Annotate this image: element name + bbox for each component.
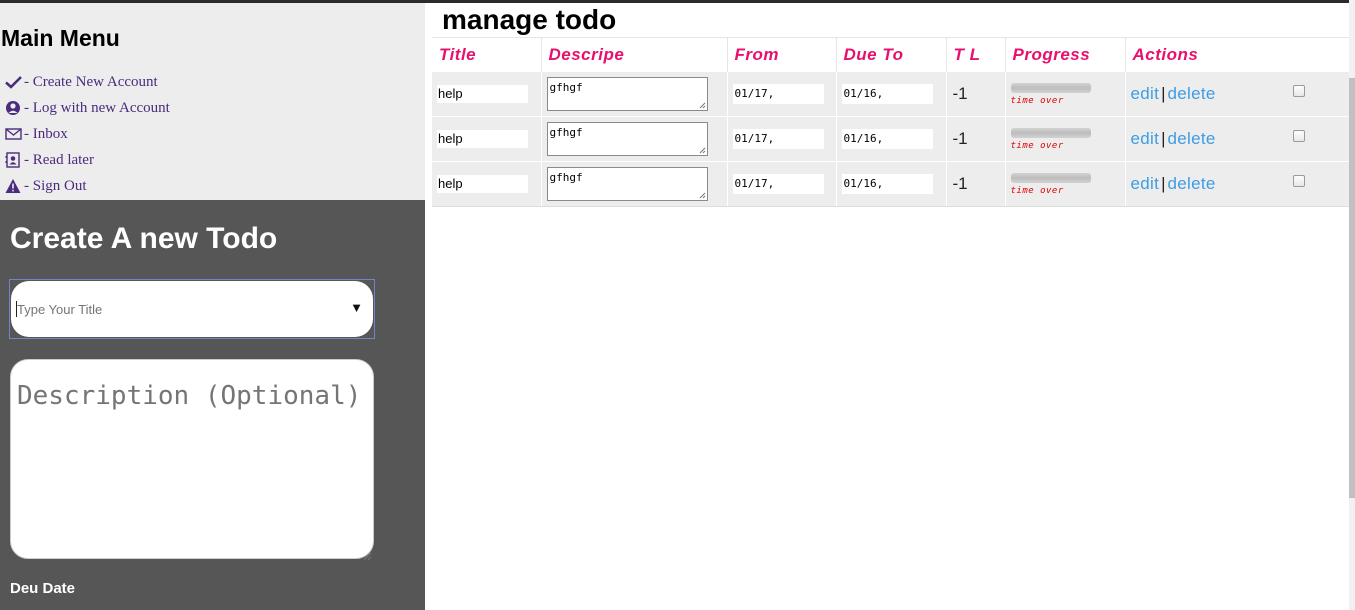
action-separator: | (1161, 174, 1166, 193)
contact-card-icon (5, 152, 23, 168)
row-description-text: gfhgf (549, 81, 583, 94)
row-title-input[interactable]: help (437, 130, 528, 148)
progress-bar (1010, 82, 1091, 93)
main-menu: - Create New Account - Log with new Acco… (5, 69, 170, 199)
header-due-to: Due To (836, 37, 947, 72)
progress-bar (1010, 172, 1091, 183)
menu-item-inbox[interactable]: - Inbox (5, 121, 170, 147)
row-from-date[interactable]: 01/17, (732, 84, 824, 104)
row-time-left: -1 (946, 116, 1006, 162)
due-date-label: Deu Date (10, 580, 76, 597)
menu-item-read-later[interactable]: - Read later (5, 147, 170, 173)
header-time-left: T L (946, 37, 1006, 72)
row-checkbox[interactable] (1292, 85, 1305, 97)
delete-link[interactable]: delete (1168, 129, 1216, 148)
page-scrollbar[interactable] (1349, 0, 1355, 610)
row-checkbox[interactable] (1292, 130, 1305, 142)
todo-table-container: Title Descripe From Due To T L Progress … (432, 37, 1350, 207)
header-description: Descripe (541, 37, 728, 72)
edit-link[interactable]: edit (1131, 84, 1160, 103)
create-todo-panel: Create A new Todo ▼ Deu Date (0, 200, 425, 610)
sidebar: Main Menu - Create New Account - Log wit… (0, 3, 425, 200)
row-progress: time over (1005, 71, 1126, 117)
row-checkbox[interactable] (1292, 175, 1305, 187)
progress-status: time over (1010, 185, 1064, 196)
row-actions: edit | delete (1131, 84, 1349, 104)
progress-status: time over (1010, 95, 1064, 106)
resize-grip-icon[interactable] (699, 147, 706, 154)
row-due-date[interactable]: 01/16, (841, 174, 933, 194)
row-from-date[interactable]: 01/17, (732, 174, 824, 194)
warning-icon (5, 178, 23, 194)
title-field-focus-ring: ▼ (9, 279, 375, 339)
row-progress: time over (1005, 116, 1126, 162)
row-description-input[interactable]: gfhgf (546, 167, 708, 201)
row-from-date[interactable]: 01/17, (732, 129, 824, 149)
header-actions: Actions (1125, 37, 1350, 72)
header-from: From (727, 37, 837, 72)
row-description-input[interactable]: gfhgf (546, 122, 708, 156)
delete-link[interactable]: delete (1168, 174, 1216, 193)
row-progress: time over (1005, 161, 1126, 207)
check-icon (5, 74, 23, 90)
row-title-input[interactable]: help (437, 85, 528, 103)
menu-item-log-new-account[interactable]: - Log with new Account (5, 95, 170, 121)
menu-item-label: - Create New Account (24, 73, 158, 90)
todo-table: Title Descripe From Due To T L Progress … (432, 37, 1350, 207)
header-title: Title (432, 37, 542, 72)
row-time-left: -1 (946, 71, 1006, 117)
table-header-row: Title Descripe From Due To T L Progress … (432, 37, 1350, 72)
row-due-date[interactable]: 01/16, (841, 84, 933, 104)
table-row: help gfhgf 01/17, 01/16, -1 time over ed… (432, 161, 1350, 207)
user-circle-icon (5, 100, 23, 116)
text-cursor (16, 301, 17, 317)
action-separator: | (1161, 84, 1166, 103)
menu-item-label: - Log with new Account (24, 99, 170, 116)
envelope-icon (5, 126, 23, 142)
resize-grip-icon[interactable] (363, 548, 372, 561)
row-time-left: -1 (946, 161, 1006, 207)
menu-item-create-account[interactable]: - Create New Account (5, 69, 170, 95)
table-row: help gfhgf 01/17, 01/16, -1 time over ed… (432, 116, 1350, 162)
row-description-text: gfhgf (549, 171, 583, 184)
menu-title: Main Menu (1, 25, 120, 51)
scrollbar-thumb[interactable] (1349, 78, 1355, 498)
row-title-input[interactable]: help (437, 175, 528, 193)
edit-link[interactable]: edit (1131, 129, 1160, 148)
table-row: help gfhgf 01/17, 01/16, -1 time over ed… (432, 71, 1350, 117)
row-actions: edit | delete (1131, 174, 1349, 194)
title-input[interactable] (11, 281, 373, 337)
dropdown-arrow-icon[interactable]: ▼ (350, 300, 363, 315)
action-separator: | (1161, 129, 1166, 148)
page-title: manage todo (442, 4, 617, 35)
menu-item-sign-out[interactable]: - Sign Out (5, 173, 170, 199)
row-description-text: gfhgf (549, 126, 583, 139)
create-todo-title: Create A new Todo (10, 222, 278, 255)
description-input[interactable] (10, 359, 374, 559)
delete-link[interactable]: delete (1168, 84, 1216, 103)
menu-item-label: - Read later (24, 151, 94, 168)
row-actions: edit | delete (1131, 129, 1349, 149)
progress-bar (1010, 127, 1091, 138)
row-description-input[interactable]: gfhgf (546, 77, 708, 111)
resize-grip-icon[interactable] (699, 102, 706, 109)
menu-item-label: - Sign Out (24, 177, 87, 194)
header-progress: Progress (1005, 37, 1126, 72)
row-due-date[interactable]: 01/16, (841, 129, 933, 149)
edit-link[interactable]: edit (1131, 174, 1160, 193)
progress-status: time over (1010, 140, 1064, 151)
resize-grip-icon[interactable] (699, 192, 706, 199)
menu-item-label: - Inbox (24, 125, 68, 142)
